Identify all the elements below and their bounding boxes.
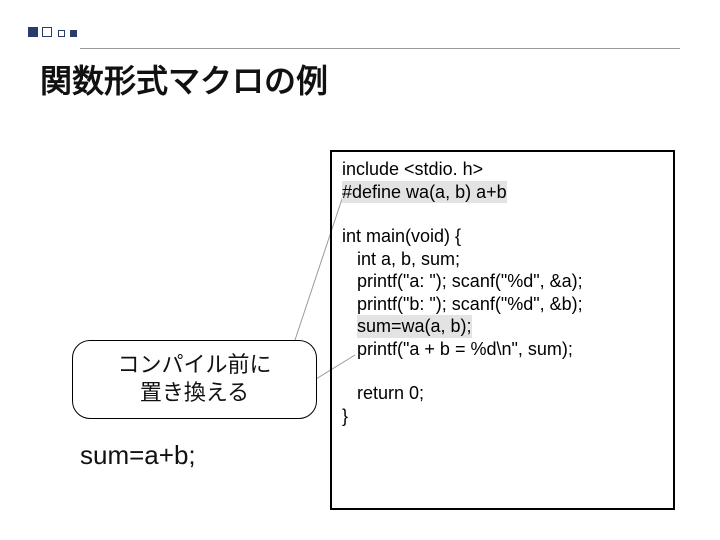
- code-line-call: sum=wa(a, b);: [342, 315, 663, 338]
- slide-title: 関数形式マクロの例: [40, 56, 328, 102]
- code-line: include <stdio. h>: [342, 158, 663, 181]
- code-blank: [342, 360, 663, 382]
- deco-square-icon: [70, 30, 77, 37]
- highlight-define: #define wa(a, b) a+b: [342, 181, 507, 204]
- callout-bubble: コンパイル前に 置き換える: [72, 340, 317, 419]
- highlight-call: sum=wa(a, b);: [357, 315, 472, 338]
- code-line: printf("b: "); scanf("%d", &b);: [342, 293, 663, 316]
- code-indent: [342, 316, 357, 336]
- code-line: return 0;: [342, 382, 663, 405]
- code-line: printf("a + b = %d\n", sum);: [342, 338, 663, 361]
- code-line: int main(void) {: [342, 225, 663, 248]
- code-line-define: #define wa(a, b) a+b: [342, 181, 663, 204]
- code-line: int a, b, sum;: [342, 248, 663, 271]
- deco-square-icon: [28, 27, 38, 37]
- callout-line: 置き換える: [87, 379, 302, 407]
- deco-square-icon: [58, 30, 65, 37]
- title-rule: [80, 48, 680, 49]
- callout-line: コンパイル前に: [87, 351, 302, 379]
- code-blank: [342, 203, 663, 225]
- slide: 関数形式マクロの例 include <stdio. h> #define wa(…: [0, 0, 720, 540]
- code-line: }: [342, 405, 663, 428]
- replacement-text: sum=a+b;: [80, 440, 196, 471]
- code-box: include <stdio. h> #define wa(a, b) a+b …: [330, 150, 675, 510]
- code-line: printf("a: "); scanf("%d", &a);: [342, 270, 663, 293]
- deco-square-icon: [42, 27, 52, 37]
